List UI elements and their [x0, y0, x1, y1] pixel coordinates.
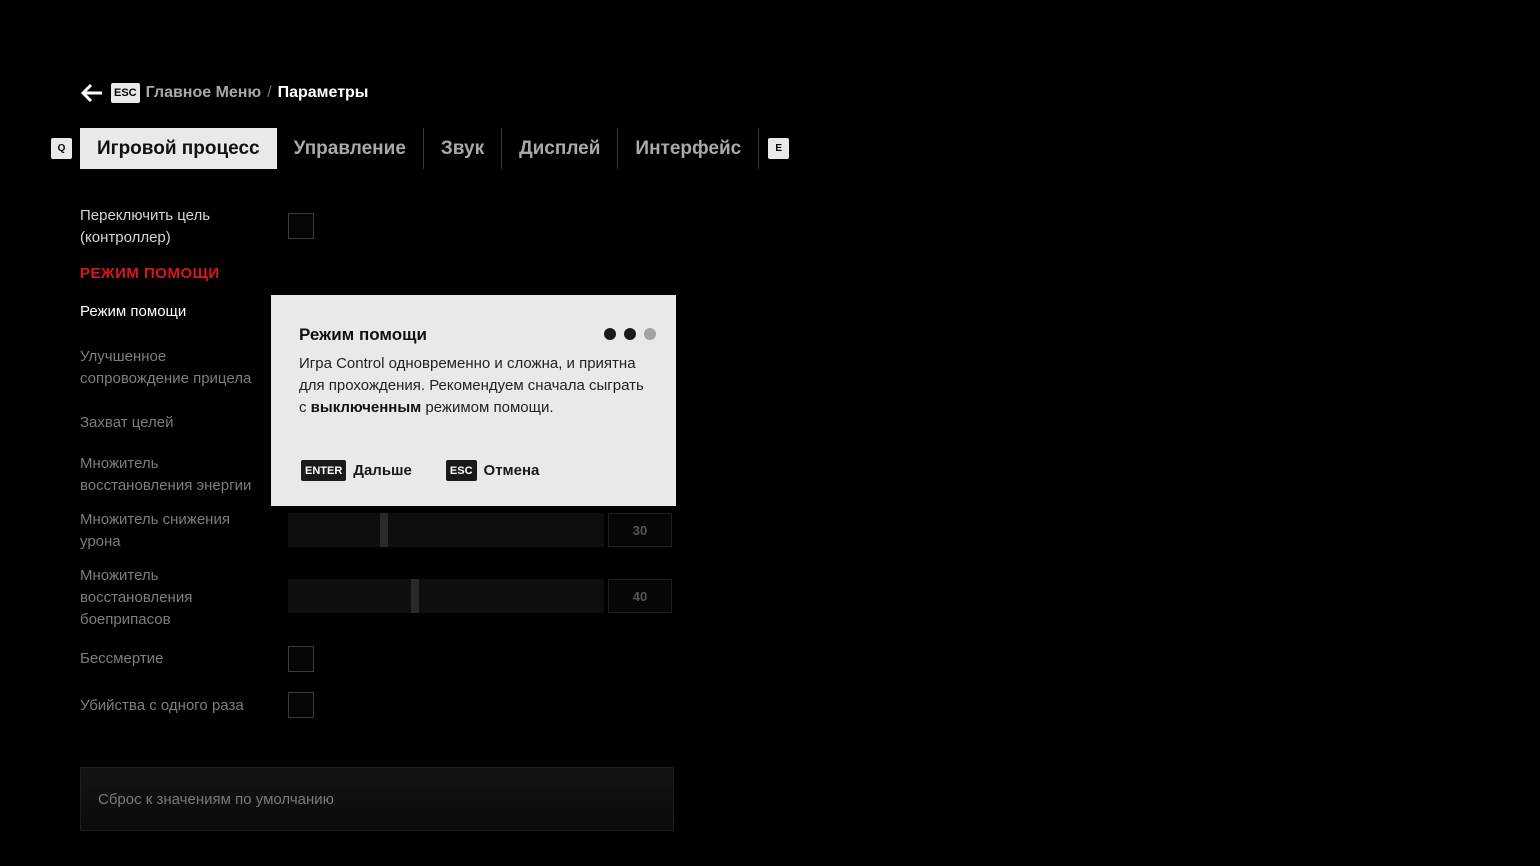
page-dot-filled — [624, 328, 636, 340]
next-button[interactable]: ENTER Дальше — [301, 460, 412, 481]
slider-thumb[interactable] — [411, 579, 419, 613]
page-indicator — [596, 328, 656, 340]
reset-defaults-button[interactable]: Сброс к значениям по умолчанию — [80, 767, 674, 831]
ammo-regen-value[interactable]: 40 — [608, 579, 672, 613]
dialog-body-text-end: режимом помощи. — [421, 399, 554, 416]
back-arrow-icon[interactable] — [81, 83, 103, 103]
setting-label: Бессмертие — [80, 650, 164, 667]
tab-bar: Q Игровой процесс Управление Звук Диспле… — [51, 128, 790, 169]
tab-gameplay[interactable]: Игровой процесс — [80, 128, 277, 169]
one-hit-kills-checkbox[interactable] — [288, 692, 314, 718]
setting-label: Множитель восстановления боеприпасов — [80, 567, 193, 628]
cancel-button[interactable]: ESC Отмена — [445, 460, 540, 481]
tab-interface[interactable]: Интерфейс — [618, 128, 758, 169]
cancel-label: Отмена — [483, 462, 540, 479]
setting-label: Переключить цель (контроллер) — [80, 207, 211, 246]
setting-label: Захват целей — [80, 414, 174, 431]
tab-controls[interactable]: Управление — [277, 128, 423, 169]
next-label: Дальше — [353, 462, 412, 479]
breadcrumb-current: Параметры — [277, 84, 369, 101]
prev-tab-key-q[interactable]: Q — [51, 138, 72, 159]
assist-mode-dialog: Режим помощи Игра Control одновременно и… — [271, 295, 676, 506]
setting-label: Множитель восстановления энергии — [80, 455, 252, 494]
tab-display[interactable]: Дисплей — [502, 128, 617, 169]
next-tab-key-e[interactable]: E — [768, 138, 790, 159]
esc-key-badge[interactable]: ESC — [111, 83, 140, 103]
ammo-regen-slider[interactable] — [288, 579, 604, 613]
section-header-assist: РЕЖИМ ПОМОЩИ — [80, 265, 220, 282]
tab-sound[interactable]: Звук — [424, 128, 501, 169]
dialog-body: Игра Control одновременно и сложна, и пр… — [299, 353, 651, 419]
page-dot-filled — [604, 328, 616, 340]
setting-label: Улучшенное сопровождение прицела — [80, 348, 252, 387]
damage-reduction-value[interactable]: 30 — [608, 513, 672, 547]
setting-label: Множитель снижения урона — [80, 511, 230, 550]
breadcrumb: ESC Главное Меню / Параметры — [81, 82, 368, 104]
breadcrumb-main-menu[interactable]: Главное Меню — [146, 84, 262, 102]
tab-divider — [758, 128, 760, 169]
dialog-body-bold: выключенным — [310, 399, 422, 416]
breadcrumb-separator: / — [267, 84, 272, 101]
immortality-checkbox[interactable] — [288, 646, 314, 672]
slider-thumb[interactable] — [380, 513, 388, 547]
esc-key-badge: ESC — [445, 460, 477, 481]
setting-label: Убийства с одного раза — [80, 697, 244, 714]
setting-label: Режим помощи — [80, 303, 187, 320]
damage-reduction-slider[interactable] — [288, 513, 604, 547]
dialog-actions: ENTER Дальше ESC Отмена — [301, 460, 573, 481]
page-dot-empty — [644, 328, 656, 340]
enter-key-badge: ENTER — [301, 460, 347, 481]
dialog-title: Режим помощи — [299, 325, 427, 344]
switch-target-checkbox[interactable] — [288, 213, 314, 239]
